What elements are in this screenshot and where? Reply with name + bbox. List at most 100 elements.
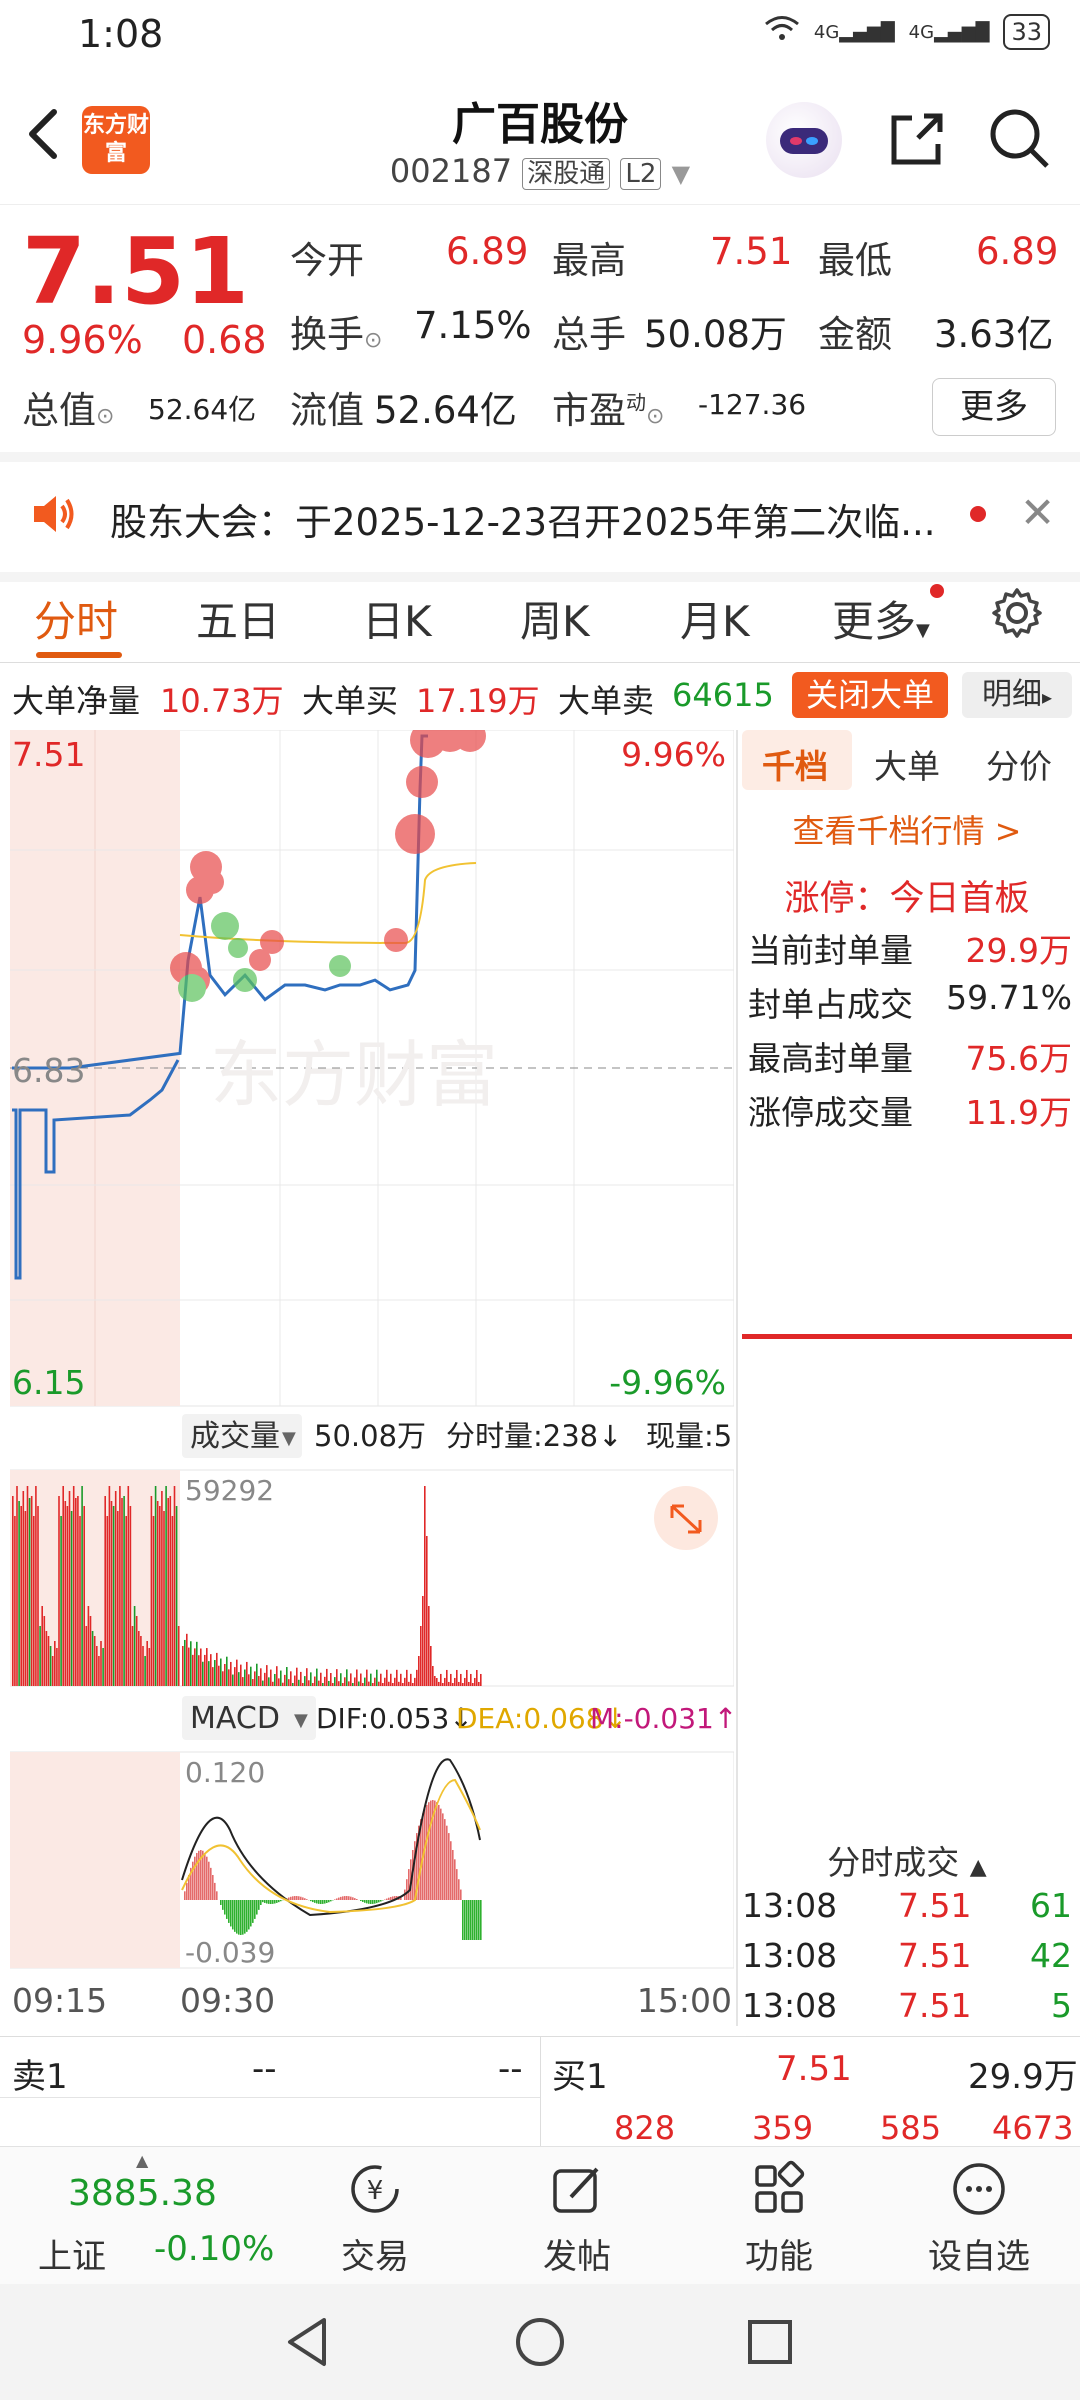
volume-bar	[144, 1656, 146, 1686]
info-icon: ⊙	[364, 328, 383, 353]
volume-bar	[171, 1516, 174, 1686]
macd-bar	[430, 1800, 432, 1900]
macd-bar	[210, 1867, 212, 1900]
stat-value: 11.9万	[965, 1093, 1072, 1132]
macd-bar	[474, 1900, 476, 1940]
volume-bar	[392, 1683, 394, 1686]
volume-bar	[100, 1641, 102, 1686]
volume-bar	[214, 1660, 216, 1686]
big-net-value: 10.73万	[160, 682, 284, 720]
volume-bar	[56, 1648, 58, 1686]
intraday-chart-svg[interactable]: 东方财富 7.51 6.83 6.15 9.96% -9.96% 成交量 ▼ 5…	[9, 716, 737, 2020]
back-button[interactable]	[20, 104, 70, 164]
tab-daily-k[interactable]: 日K	[362, 588, 432, 649]
macd-bar	[364, 1900, 366, 1903]
volume-bar	[282, 1682, 284, 1686]
macd-bar	[472, 1900, 474, 1940]
tab-more[interactable]: 更多▼	[832, 588, 930, 649]
volume-bar	[248, 1674, 250, 1686]
tab-thousand-levels[interactable]: 千档	[762, 740, 828, 788]
macd-bar	[274, 1900, 276, 1904]
volume-label: 总手	[552, 313, 626, 356]
market-cap-value: 52.64亿	[148, 393, 257, 426]
stock-code-line[interactable]: 002187 深股通 L2 ▼	[340, 152, 740, 190]
search-icon[interactable]	[985, 104, 1055, 174]
close-icon[interactable]: ✕	[1020, 488, 1055, 537]
macd-bar	[262, 1900, 264, 1903]
market-cap-label[interactable]: 总值⊙	[22, 380, 114, 434]
home-circle-icon[interactable]	[512, 2314, 568, 2370]
app-logo[interactable]: 东方财富	[82, 106, 150, 174]
trades-title[interactable]: 分时成交 ▲	[742, 1836, 1072, 1884]
volume-bar	[127, 1486, 130, 1686]
volume-bar	[436, 1678, 438, 1686]
volume-bar	[340, 1673, 342, 1686]
volume-bar	[41, 1606, 43, 1686]
tab-price-split[interactable]: 分价	[986, 740, 1052, 788]
detail-button[interactable]: 明细▸	[962, 672, 1072, 718]
share-icon[interactable]	[882, 104, 952, 174]
nav-add-watchlist[interactable]: 设自选	[904, 2159, 1054, 2278]
macd-bar	[258, 1900, 260, 1910]
volume-bar	[85, 1626, 88, 1686]
volume-bar	[286, 1667, 288, 1686]
macd-bar	[438, 1804, 440, 1900]
wifi-icon	[764, 15, 800, 50]
volume-bar	[356, 1669, 358, 1686]
macd-bar	[324, 1900, 326, 1904]
close-big-order-button[interactable]: 关闭大单	[792, 672, 948, 718]
volume-bar	[156, 1501, 159, 1686]
notice-bar[interactable]: 股东大会：于2025-12-23召开2025年第二次临... ✕	[0, 452, 1080, 582]
macd-bar	[276, 1900, 278, 1903]
nav-post[interactable]: 发帖	[502, 2159, 652, 2278]
more-quote-button[interactable]: 更多	[932, 378, 1056, 436]
float-cap-label: 流值	[290, 389, 364, 432]
volume-bar	[304, 1676, 306, 1686]
intraday-chart[interactable]: 东方财富 7.51 6.83 6.15 9.96% -9.96% 成交量 ▼ 5…	[9, 716, 737, 2020]
macd-bar	[194, 1856, 196, 1900]
stat-row: 涨停成交量 11.9万	[748, 1086, 1072, 1140]
nav-trade[interactable]: ¥ 交易	[300, 2159, 450, 2278]
thousand-level-link[interactable]: 查看千档行情 >	[742, 806, 1072, 852]
volume-bar	[198, 1655, 200, 1686]
volume-bar	[406, 1669, 408, 1686]
volume-bar	[336, 1669, 338, 1686]
recents-square-icon[interactable]	[742, 2314, 798, 2370]
macd-bar	[390, 1896, 392, 1900]
high-value: 7.51	[710, 230, 793, 273]
macd-bar	[198, 1850, 200, 1900]
tab-five-day[interactable]: 五日	[196, 588, 280, 649]
macd-bar	[228, 1900, 230, 1923]
macd-label: MACD	[190, 1701, 280, 1736]
settings-gear-icon[interactable]	[990, 586, 1044, 644]
nav-functions[interactable]: 功能	[704, 2159, 854, 2278]
trade-row: 13:08 7.51 61	[742, 1886, 1072, 1936]
robot-assistant-icon[interactable]	[766, 102, 842, 178]
tab-weekly-k[interactable]: 周K	[520, 588, 590, 649]
volume-bar	[244, 1669, 246, 1686]
pe-label[interactable]: 市盈动⊙	[552, 380, 664, 434]
chart-watermark: 东方财富	[210, 1033, 498, 1117]
volume-bar	[312, 1683, 314, 1686]
tab-monthly-k[interactable]: 月K	[680, 588, 750, 649]
turnover-label[interactable]: 换手⊙	[290, 304, 382, 358]
dropdown-icon[interactable]: ▼	[672, 160, 690, 188]
order-book[interactable]: 买17.5129.9万买27.50207买37.4921买47.4861买57.…	[742, 1356, 1072, 1824]
volume-bar	[302, 1683, 304, 1686]
index-widget[interactable]: ▲ 3885.38 上证 -0.10%	[20, 2147, 290, 2277]
volume-bar	[169, 1496, 172, 1686]
volume-bar	[424, 1486, 426, 1686]
volume-bar	[296, 1667, 298, 1686]
volume-bar	[284, 1674, 286, 1686]
trade-time: 13:08	[742, 1986, 838, 2025]
status-time: 1:08	[78, 12, 164, 56]
back-triangle-icon[interactable]	[280, 2314, 336, 2370]
tab-big-orders[interactable]: 大单	[874, 740, 940, 788]
volume-bar	[280, 1670, 282, 1686]
volume-bar	[159, 1506, 161, 1686]
nav-add-watchlist-label: 设自选	[928, 2237, 1030, 2277]
tab-intraday[interactable]: 分时	[34, 588, 118, 649]
trade-time: 13:08	[742, 1936, 838, 1975]
volume-bar	[190, 1641, 192, 1686]
signal-icon-2: 4G▂▄▆█	[908, 21, 990, 43]
